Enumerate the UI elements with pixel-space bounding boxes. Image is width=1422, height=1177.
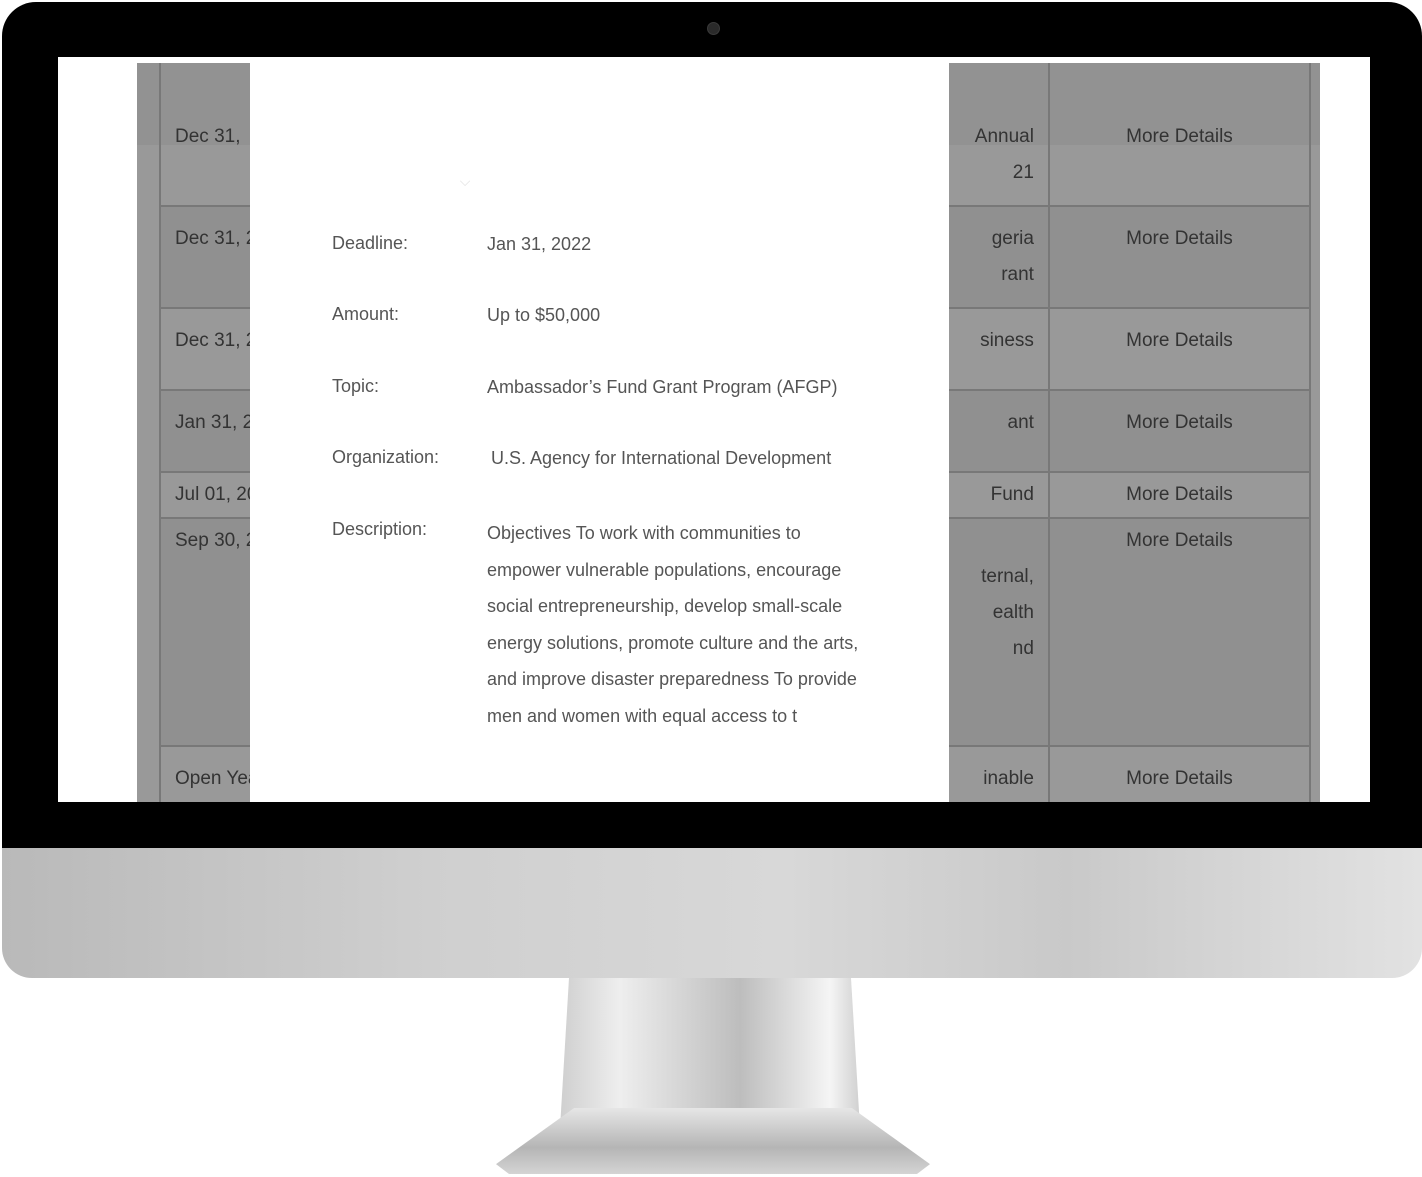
camera-icon bbox=[707, 22, 720, 35]
close-icon[interactable]: ⌵ bbox=[456, 175, 474, 189]
screen: Dec 31, Annual 21 More Details Dec 31, 2… bbox=[58, 57, 1370, 802]
detail-label: Amount: bbox=[332, 304, 400, 324]
detail-label: Description: bbox=[332, 519, 428, 539]
detail-value: Objectives To work with communities to e… bbox=[487, 523, 859, 726]
monitor-stand-neck bbox=[560, 978, 860, 1128]
detail-value: Jan 31, 2022 bbox=[487, 234, 592, 254]
grant-details-modal: ⌵ Deadline: Jan 31, 2022 Amount: Up to $… bbox=[250, 57, 949, 802]
detail-value: Up to $50,000 bbox=[487, 305, 601, 325]
monitor-stand-base bbox=[496, 1108, 930, 1174]
detail-value: Ambassador’s Fund Grant Program (AFGP) bbox=[487, 377, 838, 397]
detail-label: Organization: bbox=[332, 447, 440, 467]
detail-label: Topic: bbox=[332, 376, 380, 396]
monitor-chin bbox=[2, 848, 1422, 978]
detail-value: U.S. Agency for International Developmen… bbox=[491, 448, 832, 468]
detail-label: Deadline: bbox=[332, 233, 409, 253]
